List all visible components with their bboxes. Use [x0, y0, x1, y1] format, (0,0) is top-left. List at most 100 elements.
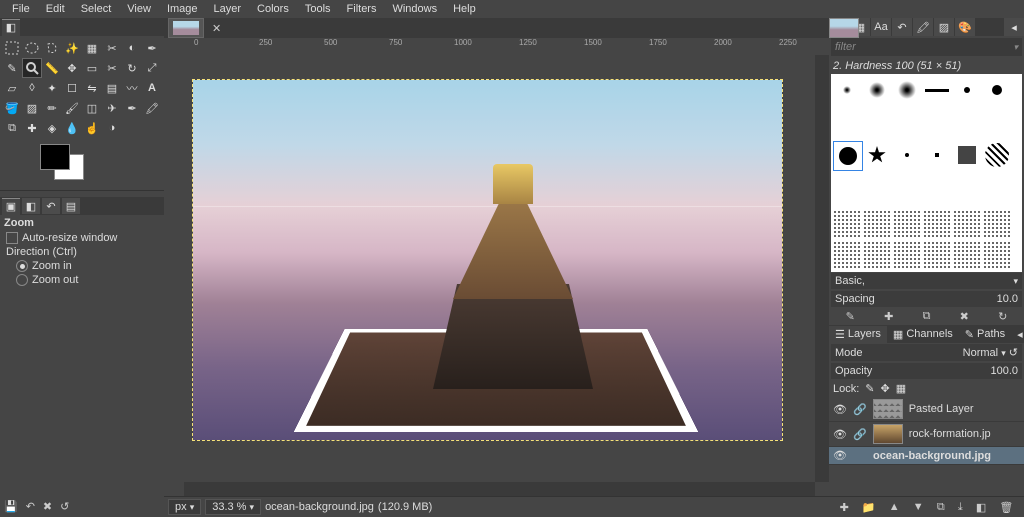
brush-item[interactable]	[953, 76, 981, 104]
move-tool[interactable]: ✥	[62, 58, 82, 78]
clone-tool[interactable]: ⧉	[2, 118, 22, 138]
brush-item[interactable]	[983, 141, 1011, 169]
refresh-brush-icon[interactable]: ↻	[998, 310, 1007, 323]
by-color-select-tool[interactable]: ▦	[82, 38, 102, 58]
brush-item[interactable]	[863, 141, 891, 169]
heal-tool[interactable]: ✚	[22, 118, 42, 138]
menu-image[interactable]: Image	[159, 2, 206, 16]
brush-item[interactable]	[983, 210, 1011, 238]
new-group-icon[interactable]: 📁	[862, 501, 876, 514]
warp-tool[interactable]: 〰	[122, 78, 142, 98]
zoom-tool[interactable]	[22, 58, 42, 78]
brush-item[interactable]	[863, 210, 891, 238]
color-picker-tool[interactable]: ✎	[2, 58, 22, 78]
menu-tools[interactable]: Tools	[297, 2, 339, 16]
airbrush-tool[interactable]: ✈	[102, 98, 122, 118]
history-tab[interactable]: ↶	[892, 18, 912, 36]
dodge-tool[interactable]: ◑	[102, 118, 122, 138]
brush-item[interactable]	[953, 241, 981, 269]
measure-tool[interactable]: 📏	[42, 58, 62, 78]
palettes-tab[interactable]: 🎨	[955, 18, 975, 36]
smudge-tool[interactable]: ☝	[82, 118, 102, 138]
gradient-tool[interactable]: ▨	[22, 98, 42, 118]
configure-tab-icon[interactable]: ◂	[1004, 18, 1024, 36]
blur-tool[interactable]: 💧	[62, 118, 82, 138]
merge-down-icon[interactable]: ⤓	[958, 501, 963, 514]
brush-item[interactable]	[923, 141, 951, 169]
brush-item-selected[interactable]	[833, 141, 863, 171]
eraser-tool[interactable]: ◫	[82, 98, 102, 118]
brush-item[interactable]	[863, 76, 891, 104]
brush-item[interactable]	[893, 241, 921, 269]
zoom-in-option[interactable]: Zoom in	[0, 259, 164, 273]
cage-tool[interactable]: ▤	[102, 78, 122, 98]
link-icon[interactable]: 🔗	[853, 403, 867, 416]
paint-tab[interactable]: 🖍	[913, 18, 933, 36]
fonts-tab[interactable]: Aa	[871, 18, 891, 36]
layer-mode[interactable]: ModeNormal ▾ ↺	[831, 344, 1022, 361]
new-layer-icon[interactable]: ✚	[840, 501, 849, 514]
auto-resize-option[interactable]: Auto-resize window	[0, 231, 164, 245]
canvas[interactable]	[192, 79, 783, 441]
handle-transform-tool[interactable]: ☐	[62, 78, 82, 98]
visibility-icon[interactable]: 👁	[833, 403, 847, 416]
reset-options-icon[interactable]: ↺	[60, 500, 69, 513]
brush-item[interactable]	[893, 210, 921, 238]
edit-brush-icon[interactable]: ✎	[846, 310, 855, 323]
scale-tool[interactable]: ⤢	[142, 58, 162, 78]
brush-item[interactable]	[923, 76, 951, 104]
brush-item[interactable]	[923, 241, 951, 269]
perspective-clone-tool[interactable]: ◈	[42, 118, 62, 138]
brush-item[interactable]	[833, 210, 861, 238]
layer-name[interactable]: Pasted Layer	[909, 403, 974, 415]
brush-filter[interactable]: filter▾	[831, 38, 1022, 56]
lower-layer-icon[interactable]: ▼	[913, 501, 924, 513]
save-options-icon[interactable]: 💾	[4, 500, 18, 513]
layer-row[interactable]: 👁 ocean-background.jpg	[829, 447, 1024, 465]
visibility-icon[interactable]: 👁	[833, 449, 847, 462]
link-icon[interactable]: 🔗	[853, 428, 867, 441]
fg-color[interactable]	[40, 144, 70, 170]
brush-item[interactable]	[983, 241, 1011, 269]
menu-file[interactable]: File	[4, 2, 38, 16]
mask-icon[interactable]: ◧	[976, 501, 986, 514]
lock-alpha-icon[interactable]: ▦	[896, 382, 906, 395]
layer-name[interactable]: ocean-background.jpg	[873, 450, 991, 462]
layer-opacity[interactable]: Opacity100.0	[831, 363, 1022, 379]
menu-edit[interactable]: Edit	[38, 2, 73, 16]
bucket-fill-tool[interactable]: 🪣	[2, 98, 22, 118]
brush-item[interactable]	[953, 210, 981, 238]
visibility-icon[interactable]: 👁	[833, 428, 847, 441]
menu-colors[interactable]: Colors	[249, 2, 297, 16]
rect-select-tool[interactable]	[2, 38, 22, 58]
menu-view[interactable]: View	[119, 2, 159, 16]
brush-item[interactable]	[833, 76, 861, 104]
new-brush-icon[interactable]: ✚	[884, 310, 893, 323]
images-tab[interactable]: ▤	[62, 198, 80, 214]
brush-item[interactable]	[863, 241, 891, 269]
brush-item[interactable]	[893, 76, 921, 104]
brush-item[interactable]	[893, 141, 921, 169]
brush-spacing[interactable]: Spacing10.0	[831, 291, 1022, 307]
menu-filters[interactable]: Filters	[339, 2, 385, 16]
flip-tool[interactable]: ⇋	[82, 78, 102, 98]
tab-layers[interactable]: ☰ Layers	[829, 326, 887, 343]
layer-row[interactable]: 👁 🔗 rock-formation.jp	[829, 422, 1024, 447]
menu-select[interactable]: Select	[73, 2, 120, 16]
duplicate-brush-icon[interactable]: ⧉	[923, 310, 931, 323]
menu-layer[interactable]: Layer	[206, 2, 250, 16]
tab-paths[interactable]: ✎ Paths	[959, 326, 1011, 343]
pencil-tool[interactable]: ✏	[42, 98, 62, 118]
color-swatch[interactable]	[40, 144, 100, 184]
undo-history-tab[interactable]: ↶	[42, 198, 60, 214]
lock-pixels-icon[interactable]: ✎	[865, 382, 874, 395]
perspective-tool[interactable]: ◊	[22, 78, 42, 98]
rotate-tool[interactable]: ↻	[122, 58, 142, 78]
align-tool[interactable]: ▭	[82, 58, 102, 78]
unit-selector[interactable]: px ▾	[168, 499, 201, 515]
shear-tool[interactable]: ▱	[2, 78, 22, 98]
mypaint-tool[interactable]: 🖍	[142, 98, 162, 118]
scrollbar-vertical[interactable]	[815, 55, 829, 482]
delete-brush-icon[interactable]: ✖	[960, 310, 969, 323]
fuzzy-select-tool[interactable]: ✨	[62, 38, 82, 58]
